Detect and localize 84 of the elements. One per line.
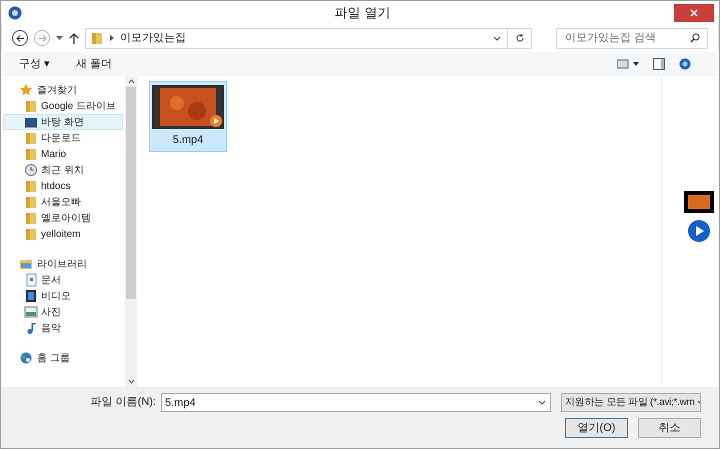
nav-group-header[interactable]: 즐겨찾기 [3, 82, 123, 98]
folder-icon [24, 211, 38, 225]
nav-item-label: 문서 [41, 274, 61, 288]
nav-item-label: Mario [41, 148, 66, 162]
breadcrumb-arrow-icon [110, 35, 114, 41]
nav-item[interactable]: Google 드라이브 [3, 98, 123, 114]
nav-item[interactable]: 다운로드 [3, 130, 123, 146]
organize-menu-button[interactable]: 구성 ▾ [19, 56, 50, 72]
nav-item-label: 음악 [41, 322, 61, 336]
film-icon [24, 289, 38, 303]
refresh-icon[interactable] [514, 33, 524, 43]
up-arrow-icon[interactable] [69, 32, 79, 44]
view-options-icon[interactable] [617, 59, 639, 69]
nav-item[interactable]: 바탕 화면 [3, 114, 123, 130]
folder-icon [24, 99, 38, 113]
nav-group-header[interactable]: 라이브러리 [3, 256, 123, 272]
nav-item[interactable]: Mario [3, 146, 123, 162]
window-title: 파일 열기 [334, 4, 392, 22]
app-icon [7, 4, 23, 20]
search-icon [690, 32, 700, 42]
scrollbar-thumb[interactable] [126, 87, 136, 299]
nav-item-label: 비디오 [41, 290, 71, 304]
nav-item-label: 옐로아이템 [41, 212, 91, 226]
video-preview-thumbnail [684, 190, 714, 212]
new-folder-button[interactable]: 새 폴더 [76, 56, 112, 72]
nav-item[interactable]: 사진 [3, 304, 123, 320]
dropdown-chevron-icon[interactable] [538, 400, 546, 405]
filetype-value: 지원하는 모든 파일 (*.avi;*.wm [565, 396, 695, 410]
forward-arrow-icon [38, 34, 46, 42]
nav-item-label: 서울오빠 [41, 196, 81, 210]
picture-icon [24, 305, 38, 319]
folder-icon [90, 31, 104, 45]
folder-icon [24, 179, 38, 193]
scroll-up-icon[interactable] [128, 79, 134, 84]
filetype-dropdown[interactable]: 지원하는 모든 파일 (*.avi;*.wm [561, 393, 701, 412]
nav-item[interactable]: 문서 [3, 272, 123, 288]
nav-item-label: 사진 [41, 306, 61, 320]
search-field[interactable]: 이모가있는집 검색 [556, 28, 708, 48]
close-button[interactable] [674, 4, 714, 22]
file-item[interactable]: 5.mp4 [149, 81, 227, 152]
filename-field[interactable]: 5.mp4 [161, 393, 551, 412]
filename-label: 파일 이름(N): [90, 395, 156, 410]
address-field[interactable]: 이모가있는집 [85, 28, 532, 48]
scrollbar[interactable] [125, 76, 137, 387]
nav-group-label: 라이브러리 [37, 258, 87, 272]
document-icon [24, 273, 38, 287]
nav-item-label: 바탕 화면 [41, 116, 84, 130]
close-icon [690, 8, 698, 16]
cancel-button[interactable]: 취소 [638, 418, 701, 438]
folder-icon [24, 227, 38, 241]
nav-item-label: Google 드라이브 [41, 100, 116, 114]
back-arrow-icon [16, 34, 24, 42]
file-name: 5.mp4 [172, 133, 204, 148]
address-path[interactable]: 이모가있는집 [120, 30, 186, 46]
nav-item-label: 다운로드 [41, 132, 81, 146]
nav-item[interactable]: 옐로아이템 [3, 210, 123, 226]
open-button[interactable]: 열기(O) [565, 418, 628, 438]
library-icon [19, 257, 33, 271]
network-icon [19, 351, 33, 365]
nav-group-header[interactable]: 홈 그룹 [3, 350, 123, 366]
dropdown-chevron-icon[interactable] [493, 36, 501, 40]
back-button[interactable] [12, 30, 28, 46]
star-icon [19, 83, 33, 97]
preview-pane-icon[interactable] [653, 58, 665, 70]
clock-icon [24, 163, 38, 177]
nav-item[interactable]: yelloitem [3, 226, 123, 242]
nav-item-label: htdocs [41, 180, 70, 194]
nav-item[interactable]: 음악 [3, 320, 123, 336]
nav-item[interactable]: 최근 위치 [3, 162, 123, 178]
nav-item-label: 최근 위치 [41, 164, 84, 178]
nav-item[interactable]: 비디오 [3, 288, 123, 304]
dropdown-caret-icon[interactable] [56, 36, 63, 40]
folder-icon [24, 131, 38, 145]
nav-item[interactable]: 서울오빠 [3, 194, 123, 210]
nav-item[interactable]: htdocs [3, 178, 123, 194]
scroll-down-icon[interactable] [128, 379, 134, 384]
nav-group-label: 홈 그룹 [37, 352, 70, 366]
folder-icon [24, 195, 38, 209]
play-icon[interactable] [686, 218, 710, 242]
folder-icon [24, 147, 38, 161]
nav-item-label: yelloitem [41, 228, 80, 242]
video-thumbnail [152, 85, 224, 129]
monitor-icon [24, 115, 38, 129]
nav-group-label: 즐겨찾기 [37, 84, 77, 98]
